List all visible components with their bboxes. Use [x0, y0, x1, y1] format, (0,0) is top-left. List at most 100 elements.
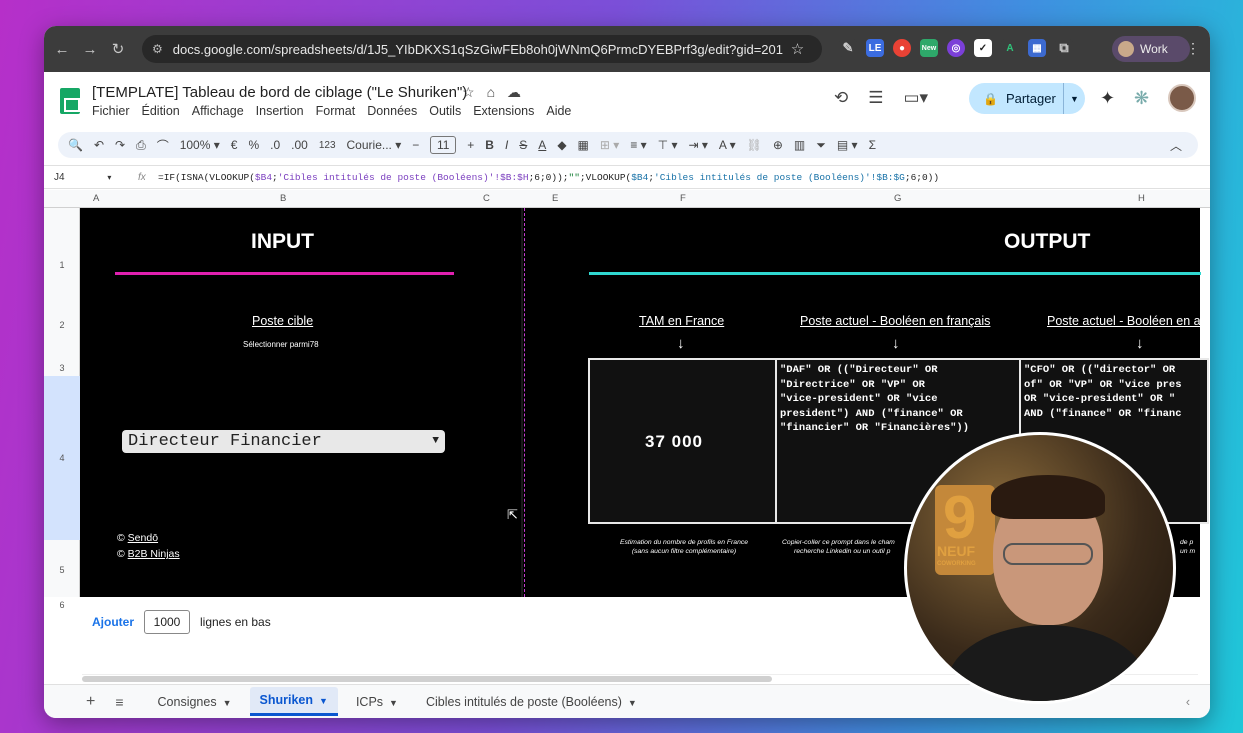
insert-link-icon[interactable]: ⛓	[747, 138, 762, 152]
tab-shuriken[interactable]: Shuriken ▼	[249, 687, 338, 716]
pen-extension-icon[interactable]: ✎	[839, 39, 857, 57]
row-header-4[interactable]: 4	[44, 376, 80, 540]
back-icon[interactable]: ←	[48, 41, 76, 58]
all-sheets-icon[interactable]: ≡	[115, 694, 123, 710]
menu-edition[interactable]: Édition	[142, 104, 180, 118]
menu-donnees[interactable]: Données	[367, 104, 417, 118]
number-format-button[interactable]: 123	[319, 140, 336, 151]
font-size-increase-icon[interactable]: +	[467, 138, 474, 152]
menu-extensions[interactable]: Extensions	[473, 104, 534, 118]
gemini-icon[interactable]: ✦	[1100, 88, 1115, 109]
meet-icon[interactable]: ▭▾	[904, 88, 929, 108]
bookmark-star-icon[interactable]: ☆	[791, 40, 804, 58]
row-header-6[interactable]: 6	[44, 600, 80, 610]
name-box[interactable]: J4 ▾	[44, 172, 124, 183]
cloud-status-icon[interactable]: ☁	[507, 84, 521, 101]
paint-format-icon[interactable]: ⌒	[157, 137, 169, 154]
rows-count-input[interactable]: 1000	[144, 610, 190, 634]
pokeball-extension-icon[interactable]: ●	[893, 39, 911, 57]
tab-caret-icon[interactable]: ▼	[319, 696, 328, 706]
move-folder-icon[interactable]: ⌂	[487, 84, 495, 101]
share-button[interactable]: 🔒 Partager ▼	[969, 83, 1085, 114]
menu-affichage[interactable]: Affichage	[192, 104, 244, 118]
freeze-line[interactable]	[524, 208, 525, 597]
column-header-c[interactable]: C	[483, 193, 490, 204]
reload-icon[interactable]: ↻	[104, 40, 132, 58]
column-header-f[interactable]: F	[680, 193, 686, 204]
profile-button[interactable]: Work	[1112, 36, 1190, 62]
menu-fichier[interactable]: Fichier	[92, 104, 130, 118]
filter-views-icon[interactable]: ▤ ▾	[837, 138, 858, 152]
column-header-h[interactable]: H	[1138, 193, 1145, 204]
insert-chart-icon[interactable]: ▥	[794, 138, 805, 152]
tabs-scroll-left-icon[interactable]: ‹	[1186, 695, 1190, 709]
font-select[interactable]: Courie... ▾	[347, 138, 402, 152]
document-title[interactable]: [TEMPLATE] Tableau de bord de ciblage ("…	[92, 84, 467, 101]
share-dropdown-icon[interactable]: ▼	[1063, 83, 1085, 114]
functions-button[interactable]: Σ	[869, 138, 876, 152]
vertical-align-icon[interactable]: ⊤ ▾	[658, 138, 678, 152]
row-header-2[interactable]: 2	[44, 320, 80, 330]
history-icon[interactable]: ⟲	[834, 88, 848, 108]
menu-outils[interactable]: Outils	[429, 104, 461, 118]
insert-comment-icon[interactable]: ⊕	[773, 138, 783, 152]
formula-input[interactable]: =IF(ISNA(VLOOKUP($B4;'Cibles intitulés d…	[158, 172, 939, 183]
tab-icps[interactable]: ICPs ▼	[346, 689, 408, 715]
sheets-logo-icon[interactable]	[60, 88, 80, 114]
increase-decimal-button[interactable]: .00	[291, 138, 308, 152]
filter-icon[interactable]: ⏷	[816, 138, 826, 153]
bold-button[interactable]: B	[485, 138, 494, 152]
fill-color-icon[interactable]: ◆	[557, 138, 566, 152]
text-rotation-icon[interactable]: A ▾	[719, 138, 736, 152]
browser-menu-icon[interactable]: ⋮	[1186, 40, 1200, 57]
puzzle-extensions-icon[interactable]: ⧉	[1055, 39, 1073, 57]
grid-extension-icon[interactable]: ▦	[1028, 39, 1046, 57]
font-size-decrease-icon[interactable]: −	[412, 138, 419, 152]
sendo-link[interactable]: Sendō	[128, 532, 158, 544]
tab-caret-icon[interactable]: ▼	[223, 698, 232, 708]
le-extension-icon[interactable]: LE	[866, 39, 884, 57]
dropdown-caret-icon[interactable]: ▼	[432, 430, 439, 453]
menu-aide[interactable]: Aide	[546, 104, 571, 118]
new-extension-icon[interactable]: New	[920, 39, 938, 57]
row-header-3[interactable]: 3	[44, 363, 80, 373]
a-extension-icon[interactable]: A	[1001, 39, 1019, 57]
text-wrap-icon[interactable]: ⇥ ▾	[688, 138, 707, 152]
menu-format[interactable]: Format	[316, 104, 356, 118]
forward-icon[interactable]: →	[76, 41, 104, 58]
text-color-button[interactable]: A	[538, 138, 546, 152]
column-header-a[interactable]: A	[93, 193, 99, 204]
tab-cibles-booleens[interactable]: Cibles intitulés de poste (Booléens) ▼	[416, 689, 647, 715]
tab-caret-icon[interactable]: ▼	[389, 698, 398, 708]
column-header-e[interactable]: E	[552, 193, 558, 204]
collapse-toolbar-icon[interactable]: ︿	[1170, 137, 1182, 154]
comments-icon[interactable]: ☰	[868, 88, 883, 108]
redo-icon[interactable]: ↷	[115, 138, 125, 152]
zoom-select[interactable]: 100% ▾	[180, 138, 220, 152]
borders-icon[interactable]: ▦	[578, 138, 589, 152]
tab-consignes[interactable]: Consignes ▼	[148, 689, 242, 715]
address-bar[interactable]: ⚙ docs.google.com/spreadsheets/d/1J5_YIb…	[142, 35, 822, 63]
menu-insertion[interactable]: Insertion	[256, 104, 304, 118]
check-extension-icon[interactable]: ✓	[974, 39, 992, 57]
decrease-decimal-button[interactable]: .0	[270, 138, 280, 152]
font-size-input[interactable]: 11	[430, 136, 457, 154]
purple-extension-icon[interactable]: ◎	[947, 39, 965, 57]
italic-button[interactable]: I	[505, 138, 508, 152]
row-header-5[interactable]: 5	[44, 565, 80, 575]
scrollbar-thumb[interactable]	[82, 676, 772, 682]
account-avatar[interactable]	[1168, 84, 1196, 112]
merge-cells-icon[interactable]: ⊞ ▾	[600, 138, 619, 152]
horizontal-align-icon[interactable]: ≡ ▾	[630, 138, 646, 152]
print-icon[interactable]: ⎙	[136, 138, 146, 153]
add-rows-button[interactable]: Ajouter	[92, 615, 134, 629]
column-header-g[interactable]: G	[894, 193, 901, 204]
row-header-1[interactable]: 1	[44, 260, 80, 270]
column-header-b[interactable]: B	[280, 193, 286, 204]
b2b-ninjas-link[interactable]: B2B Ninjas	[128, 548, 180, 560]
percent-format-button[interactable]: %	[248, 138, 259, 152]
currency-format-button[interactable]: €	[231, 138, 238, 152]
undo-icon[interactable]: ↶	[94, 138, 104, 152]
poste-dropdown[interactable]: Directeur Financier ▼	[122, 430, 445, 453]
ai-extension-icon[interactable]: ❋	[1134, 88, 1149, 109]
